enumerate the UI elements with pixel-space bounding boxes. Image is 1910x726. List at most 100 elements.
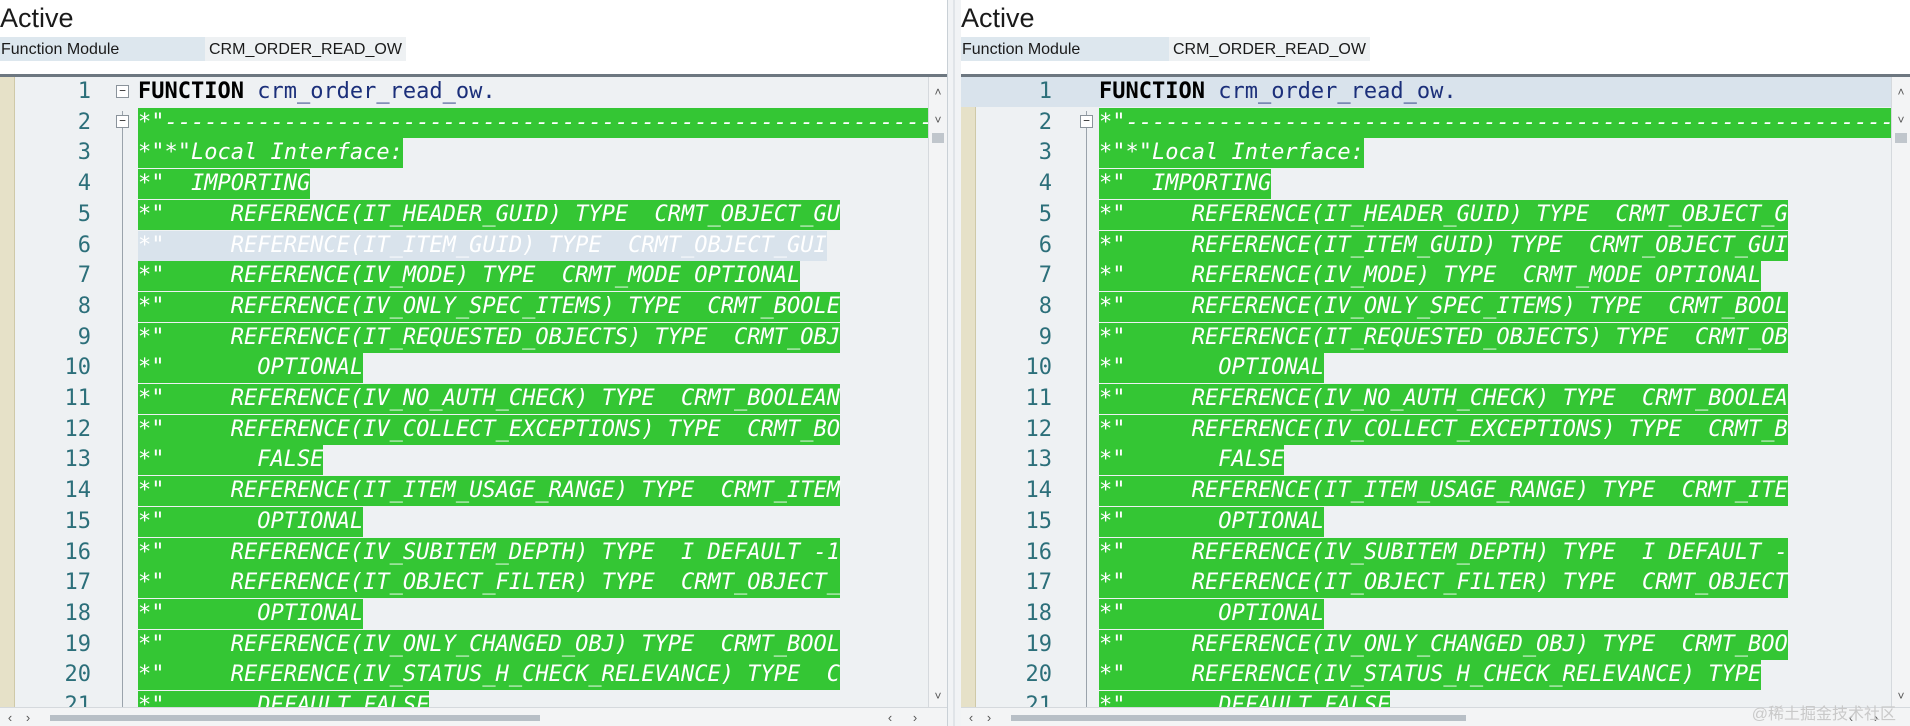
line-number: 10 [64, 355, 92, 381]
code-line[interactable]: 12 *" REFERENCE(IV_COLLECT_EXCEPTIONS) TY… [0, 414, 947, 445]
object-type-label: Function Module [0, 37, 206, 61]
chevron-right-icon[interactable]: › [979, 708, 999, 726]
left-editor-pane: Active Function Module CRM_ORDER_READ_OW… [0, 0, 947, 726]
code-line[interactable]: 14 *" REFERENCE(IT_ITEM_USAGE_RANGE) TYPE… [961, 476, 1910, 507]
chevron-left-icon[interactable]: ‹ [0, 708, 20, 726]
code-line[interactable]: 14 *" REFERENCE(IT_ITEM_USAGE_RANGE) TYPE… [0, 476, 947, 507]
horizontal-scrollbar[interactable]: ‹ › ‹ › [0, 707, 947, 726]
chevron-down-icon[interactable]: ˅ [929, 689, 947, 703]
code-line[interactable]: 2 *"-------------------------------------… [961, 107, 1910, 138]
chevron-left-icon[interactable]: ‹ [961, 708, 981, 726]
code-line[interactable]: 21 *" DEFAULT FALSE [0, 691, 947, 707]
code-line[interactable]: 1 FUNCTION crm_order_read_ow. [961, 77, 1910, 107]
comment-text: *" REFERENCE(IT_ITEM_GUID) TYPE CRMT_OBJ… [138, 230, 827, 261]
code-line[interactable]: 6 *" REFERENCE(IT_ITEM_GUID) TYPE CRMT_OB… [0, 230, 947, 261]
code-line[interactable]: 16 *" REFERENCE(IV_SUBITEM_DEPTH) TYPE I … [961, 537, 1910, 568]
comment-text: *" OPTIONAL [1099, 353, 1325, 384]
scroll-thumb[interactable] [932, 133, 944, 143]
line-number: 9 [1038, 324, 1052, 350]
code-line[interactable]: 15 *" OPTIONAL [0, 506, 947, 537]
code-line[interactable]: 8 *" REFERENCE(IV_ONLY_SPEC_ITEMS) TYPE C… [961, 291, 1910, 322]
comment-text: *" REFERENCE(IV_MODE) TYPE CRMT_MODE OPT… [138, 261, 801, 292]
line-number: 2 [1038, 109, 1052, 135]
line-number: 1 [1038, 79, 1052, 104]
line-number: 14 [1025, 478, 1053, 504]
code-line[interactable]: 8 *" REFERENCE(IV_ONLY_SPEC_ITEMS) TYPE C… [0, 291, 947, 322]
line-number: 3 [1038, 140, 1052, 166]
comment-text: *" OPTIONAL [138, 598, 364, 629]
code-line[interactable]: 18 *" OPTIONAL [961, 598, 1910, 629]
code-line[interactable]: 7 *" REFERENCE(IV_MODE) TYPE CRMT_MODE OP… [0, 261, 947, 292]
chevron-right-icon[interactable]: › [905, 708, 925, 726]
chevron-up-icon[interactable]: ˄ [929, 85, 947, 99]
splitter-grip[interactable] [953, 0, 955, 726]
scroll-thumb[interactable] [1011, 715, 1466, 721]
comment-text: *" REFERENCE(IT_HEADER_GUID) TYPE CRMT_O… [138, 199, 840, 230]
code-line[interactable]: 16 *" REFERENCE(IV_SUBITEM_DEPTH) TYPE I … [0, 537, 947, 568]
code-line[interactable]: 5 *" REFERENCE(IT_HEADER_GUID) TYPE CRMT_… [0, 199, 947, 230]
chevron-left-icon[interactable]: ‹ [880, 708, 900, 726]
code-line[interactable]: 13 *" FALSE [0, 445, 947, 476]
code-line[interactable]: 5 *" REFERENCE(IT_HEADER_GUID) TYPE CRMT_… [961, 199, 1910, 230]
code-line[interactable]: 17 *" REFERENCE(IT_OBJECT_FILTER) TYPE CR… [0, 568, 947, 599]
line-number: 9 [77, 324, 91, 350]
code-line[interactable]: 17 *" REFERENCE(IT_OBJECT_FILTER) TYPE CR… [961, 568, 1910, 599]
comment-text: *" REFERENCE(IT_OBJECT_FILTER) TYPE CRMT… [1099, 568, 1788, 599]
line-number: 6 [1038, 232, 1052, 258]
scroll-thumb[interactable] [1895, 133, 1907, 143]
code-line[interactable]: 11 *" REFERENCE(IV_NO_AUTH_CHECK) TYPE CR… [961, 384, 1910, 414]
code-line[interactable]: 2 *"-------------------------------------… [0, 107, 947, 138]
code-line[interactable]: 3 *"*"Local Interface: [0, 138, 947, 169]
code-line[interactable]: 13 *" FALSE [961, 445, 1910, 476]
comment-text: *" REFERENCE(IT_HEADER_GUID) TYPE CRMT_O… [1099, 199, 1788, 230]
code-line[interactable]: 1 FUNCTION crm_order_read_ow. [0, 77, 947, 107]
chevron-right-icon[interactable]: › [18, 708, 38, 726]
comment-text: *" FALSE [1099, 445, 1285, 476]
code-editor[interactable]: − − 1FUNCTION crm_order_read_ow.2*"-----… [0, 77, 947, 707]
vertical-scrollbar[interactable]: ˄ ˅ ˅ [1891, 77, 1910, 707]
scroll-thumb[interactable] [50, 715, 540, 721]
comment-text: *" REFERENCE(IV_MODE) TYPE CRMT_MODE OPT… [1099, 261, 1762, 292]
comment-text: *" OPTIONAL [1099, 598, 1325, 629]
code-line[interactable]: 9 *" REFERENCE(IT_REQUESTED_OBJECTS) TYPE… [0, 322, 947, 353]
comment-text: *" REFERENCE(IT_ITEM_USAGE_RANGE) TYPE C… [1099, 476, 1788, 507]
chevron-up-icon[interactable]: ˄ [1892, 85, 1910, 99]
comment-text: *" REFERENCE(IT_REQUESTED_OBJECTS) TYPE … [138, 322, 840, 353]
code-line[interactable]: 6 *" REFERENCE(IT_ITEM_GUID) TYPE CRMT_OB… [961, 230, 1910, 261]
code-line[interactable]: 11 *" REFERENCE(IV_NO_AUTH_CHECK) TYPE CR… [0, 384, 947, 414]
chevron-down-icon[interactable]: ˅ [929, 113, 947, 127]
code-line[interactable]: 10 *" OPTIONAL [961, 353, 1910, 384]
code-line[interactable]: 7 *" REFERENCE(IV_MODE) TYPE CRMT_MODE OP… [961, 261, 1910, 292]
function-name: crm_order_read_ow. [1204, 79, 1457, 104]
line-number: 10 [1025, 355, 1053, 381]
comment-text: *" REFERENCE(IV_SUBITEM_DEPTH) TYPE I DE… [138, 537, 840, 568]
comment-text: *" REFERENCE(IV_NO_AUTH_CHECK) TYPE CRMT… [138, 384, 840, 414]
line-number: 16 [1025, 539, 1053, 565]
code-line[interactable]: 4 *" IMPORTING [961, 169, 1910, 200]
code-line[interactable]: 10 *" OPTIONAL [0, 353, 947, 384]
code-line[interactable]: 19 *" REFERENCE(IV_ONLY_CHANGED_OBJ) TYPE… [961, 629, 1910, 660]
code-line[interactable]: 20 *" REFERENCE(IV_STATUS_H_CHECK_RELEVAN… [0, 660, 947, 691]
code-line[interactable]: 3 *"*"Local Interface: [961, 138, 1910, 169]
code-line[interactable]: 15 *" OPTIONAL [961, 506, 1910, 537]
comment-text: *" REFERENCE(IV_COLLECT_EXCEPTIONS) TYPE… [1099, 414, 1788, 445]
code-line[interactable]: 20 *" REFERENCE(IV_STATUS_H_CHECK_RELEVAN… [961, 660, 1910, 691]
comment-text: *"*"Local Interface: [138, 138, 403, 169]
line-number: 7 [1038, 263, 1052, 289]
code-line[interactable]: 19 *" REFERENCE(IV_ONLY_CHANGED_OBJ) TYPE… [0, 629, 947, 660]
comment-text: *"*"Local Interface: [1099, 138, 1364, 169]
code-line[interactable]: 12 *" REFERENCE(IV_COLLECT_EXCEPTIONS) TY… [961, 414, 1910, 445]
line-number: 11 [1025, 386, 1053, 411]
right-editor-pane: Active Function Module CRM_ORDER_READ_OW… [961, 0, 1910, 726]
function-name: crm_order_read_ow. [243, 79, 496, 104]
code-line[interactable]: 18 *" OPTIONAL [0, 598, 947, 629]
line-number: 4 [77, 171, 91, 197]
comment-text: *" IMPORTING [1099, 169, 1272, 200]
vertical-scrollbar[interactable]: ˄ ˅ ˅ [928, 77, 947, 707]
code-line[interactable]: 4 *" IMPORTING [0, 169, 947, 200]
comment-text: *" REFERENCE(IV_COLLECT_EXCEPTIONS) TYPE… [138, 414, 840, 445]
code-line[interactable]: 9 *" REFERENCE(IT_REQUESTED_OBJECTS) TYPE… [961, 322, 1910, 353]
comment-text: *" REFERENCE(IV_STATUS_H_CHECK_RELEVANCE… [138, 660, 840, 691]
chevron-down-icon[interactable]: ˅ [1892, 113, 1910, 127]
code-editor[interactable]: − − 1FUNCTION crm_order_read_ow.2*"-----… [961, 77, 1910, 707]
